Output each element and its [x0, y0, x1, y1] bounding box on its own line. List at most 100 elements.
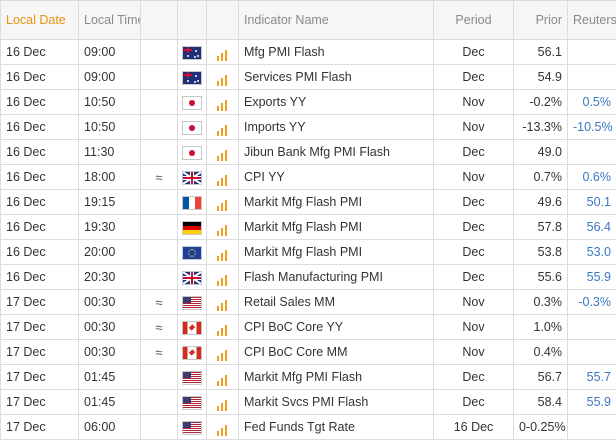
importance-cell — [207, 315, 239, 340]
indicator-name-cell[interactable]: Retail Sales MM — [239, 290, 434, 315]
importance-bars-icon — [217, 397, 229, 409]
indicator-name-cell[interactable]: Jibun Bank Mfg PMI Flash — [239, 140, 434, 165]
importance-cell — [207, 415, 239, 440]
table-row[interactable]: 16 Dec18:00≈CPI YYNov0.7%0.6% — [1, 165, 616, 190]
table-body: 16 Dec09:00Mfg PMI FlashDec56.116 Dec09:… — [1, 40, 616, 440]
period-header-label: Period — [455, 13, 491, 27]
local-time-header-label: Local Time — [84, 13, 141, 27]
period-cell: Nov — [434, 290, 514, 315]
reuters-poll-cell: 55.9 — [568, 390, 616, 415]
column-header-local-date[interactable]: Local Date — [1, 1, 79, 40]
indicator-name-cell[interactable]: Exports YY — [239, 90, 434, 115]
prior-cell: -0.2% — [514, 90, 568, 115]
indicator-name-cell[interactable]: Markit Mfg Flash PMI — [239, 240, 434, 265]
table-row[interactable]: 16 Dec20:00Markit Mfg Flash PMIDec53.853… — [1, 240, 616, 265]
date-cell: 16 Dec — [1, 115, 79, 140]
period-cell: Dec — [434, 390, 514, 415]
prior-cell: 58.4 — [514, 390, 568, 415]
reuters-poll-cell: -0.3% — [568, 290, 616, 315]
approx-cell — [141, 240, 178, 265]
period-cell: Dec — [434, 190, 514, 215]
table-row[interactable]: 17 Dec01:45Markit Mfg PMI FlashDec56.755… — [1, 365, 616, 390]
period-cell: Nov — [434, 165, 514, 190]
period-cell: Nov — [434, 315, 514, 340]
date-cell: 16 Dec — [1, 240, 79, 265]
importance-cell — [207, 215, 239, 240]
importance-bars-icon — [217, 297, 229, 309]
table-row[interactable]: 16 Dec10:50Imports YYNov-13.3%-10.5% — [1, 115, 616, 140]
approx-cell — [141, 390, 178, 415]
time-cell: 10:50 — [79, 115, 141, 140]
country-cell — [178, 315, 207, 340]
prior-header-label: Prior — [536, 13, 562, 27]
table-row[interactable]: 16 Dec09:00Services PMI FlashDec54.9 — [1, 65, 616, 90]
indicator-name-cell[interactable]: Flash Manufacturing PMI — [239, 265, 434, 290]
column-header-period[interactable]: Period — [434, 1, 514, 40]
us-flag-icon — [183, 397, 201, 409]
australia-flag-icon — [183, 72, 201, 84]
table-row[interactable]: 17 Dec01:45Markit Svcs PMI FlashDec58.45… — [1, 390, 616, 415]
time-cell: 19:15 — [79, 190, 141, 215]
importance-cell — [207, 290, 239, 315]
approx-cell: ≈ — [141, 290, 178, 315]
importance-cell — [207, 115, 239, 140]
importance-cell — [207, 90, 239, 115]
prior-cell: 49.0 — [514, 140, 568, 165]
table-row[interactable]: 16 Dec09:00Mfg PMI FlashDec56.1 — [1, 40, 616, 65]
prior-cell: 56.7 — [514, 365, 568, 390]
indicator-name-cell[interactable]: Fed Funds Tgt Rate — [239, 415, 434, 440]
table-row[interactable]: 16 Dec11:30Jibun Bank Mfg PMI FlashDec49… — [1, 140, 616, 165]
indicator-name-cell[interactable]: Imports YY — [239, 115, 434, 140]
column-header-local-time[interactable]: Local Time — [79, 1, 141, 40]
table-row[interactable]: 17 Dec00:30≈CPI BoC Core YYNov1.0% — [1, 315, 616, 340]
indicator-name-cell[interactable]: CPI BoC Core YY — [239, 315, 434, 340]
country-cell — [178, 240, 207, 265]
indicator-name-cell[interactable]: CPI YY — [239, 165, 434, 190]
table-row[interactable]: 16 Dec20:30Flash Manufacturing PMIDec55.… — [1, 265, 616, 290]
time-cell: 01:45 — [79, 365, 141, 390]
time-cell: 06:00 — [79, 415, 141, 440]
reuters-poll-cell: 53.0 — [568, 240, 616, 265]
indicator-name-cell[interactable]: Services PMI Flash — [239, 65, 434, 90]
approx-cell — [141, 415, 178, 440]
date-cell: 16 Dec — [1, 90, 79, 115]
us-flag-icon — [183, 297, 201, 309]
column-header-indicator-name[interactable]: Indicator Name — [239, 1, 434, 40]
date-cell: 16 Dec — [1, 65, 79, 90]
australia-flag-icon — [183, 47, 201, 59]
time-cell: 18:00 — [79, 165, 141, 190]
indicator-name-cell[interactable]: Markit Mfg Flash PMI — [239, 215, 434, 240]
time-cell: 20:30 — [79, 265, 141, 290]
table-row[interactable]: 17 Dec00:30≈Retail Sales MMNov0.3%-0.3% — [1, 290, 616, 315]
indicator-name-header-label: Indicator Name — [244, 13, 329, 27]
indicator-name-cell[interactable]: Markit Mfg Flash PMI — [239, 190, 434, 215]
table-row[interactable]: 17 Dec00:30≈CPI BoC Core MMNov0.4% — [1, 340, 616, 365]
indicator-name-cell[interactable]: Markit Svcs PMI Flash — [239, 390, 434, 415]
importance-cell — [207, 340, 239, 365]
indicator-name-cell[interactable]: Markit Mfg PMI Flash — [239, 365, 434, 390]
importance-bars-icon — [217, 272, 229, 284]
importance-bars-icon — [217, 72, 229, 84]
canada-flag-icon — [183, 322, 201, 334]
approx-cell — [141, 215, 178, 240]
importance-bars-icon — [217, 197, 229, 209]
period-cell: Dec — [434, 140, 514, 165]
country-cell — [178, 390, 207, 415]
column-header-prior[interactable]: Prior — [514, 1, 568, 40]
column-header-reuters-poll[interactable]: Reuters Poll — [568, 1, 616, 40]
indicator-name-cell[interactable]: Mfg PMI Flash — [239, 40, 434, 65]
importance-bars-icon — [217, 247, 229, 259]
table-row[interactable]: 16 Dec10:50Exports YYNov-0.2%0.5% — [1, 90, 616, 115]
table-row[interactable]: 17 Dec06:00Fed Funds Tgt Rate16 Dec0-0.2… — [1, 415, 616, 440]
approx-icon: ≈ — [155, 320, 162, 335]
approx-cell: ≈ — [141, 315, 178, 340]
importance-bars-icon — [217, 47, 229, 59]
indicator-name-cell[interactable]: CPI BoC Core MM — [239, 340, 434, 365]
date-cell: 16 Dec — [1, 40, 79, 65]
country-cell — [178, 365, 207, 390]
table-row[interactable]: 16 Dec19:30Markit Mfg Flash PMIDec57.856… — [1, 215, 616, 240]
column-header-importance — [207, 1, 239, 40]
table-row[interactable]: 16 Dec19:15Markit Mfg Flash PMIDec49.650… — [1, 190, 616, 215]
date-cell: 17 Dec — [1, 365, 79, 390]
prior-cell: 0.4% — [514, 340, 568, 365]
